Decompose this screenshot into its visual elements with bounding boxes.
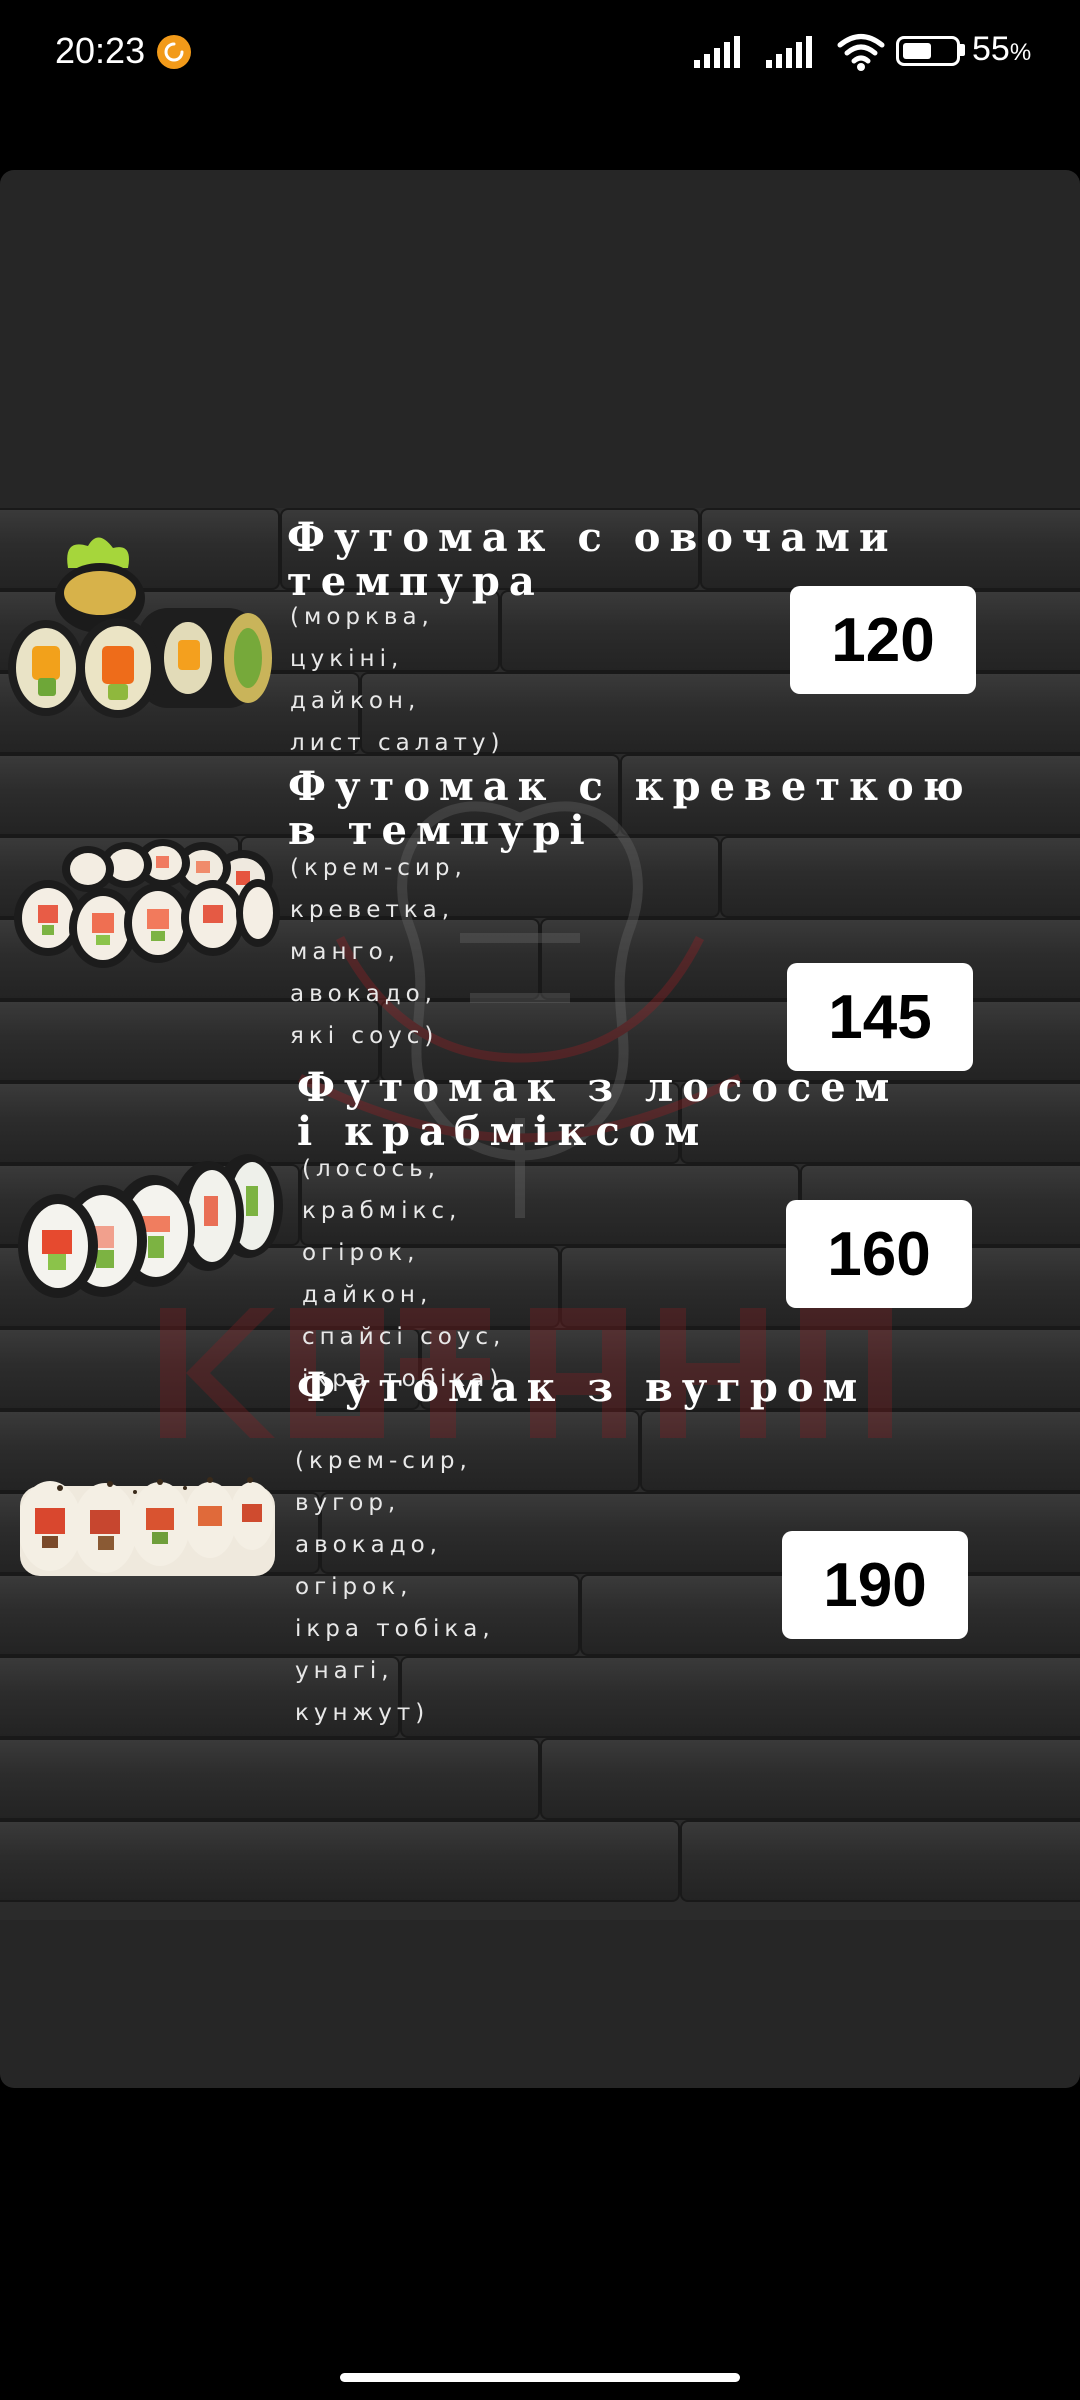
item-title: Футомак з вугром (297, 1364, 867, 1411)
sushi-roll-image (14, 839, 280, 968)
price-badge: 190 (782, 1531, 968, 1639)
signal-icon (766, 36, 812, 68)
status-bar: 20:23 55% (0, 0, 1080, 105)
item-title: Футомак з лососем і крабміксом (297, 1064, 899, 1155)
battery-percent: 55% (972, 30, 1032, 68)
item-description: (лосось, крабмікс, огірок, дайкон, спайс… (302, 1156, 506, 1392)
status-time: 20:23 (55, 30, 146, 71)
price-badge: 145 (787, 963, 973, 1071)
item-title: Футомак с креветкою в темпурі (288, 763, 973, 854)
menu-image[interactable]: Футомак с овочами темпура (морква, цукін… (0, 508, 1080, 1920)
signal-icon (694, 36, 740, 68)
sushi-roll-image (8, 537, 272, 718)
image-viewer[interactable]: Футомак с овочами темпура (морква, цукін… (0, 170, 1080, 2088)
sushi-roll-image (18, 1154, 283, 1298)
item-description: (крем-сир, вугор, авокадо, огірок, ікра … (295, 1448, 495, 1726)
notification-icon (157, 35, 191, 69)
item-description: (морква, цукіні, дайкон, лист салату) (290, 604, 505, 756)
wifi-icon (837, 34, 885, 71)
price-badge: 120 (790, 586, 976, 694)
price-badge: 160 (786, 1200, 972, 1308)
sushi-roll-image (20, 1477, 275, 1576)
item-description: (крем-сир, креветка, манго, авокадо, які… (290, 855, 467, 1049)
home-indicator[interactable] (340, 2373, 740, 2382)
